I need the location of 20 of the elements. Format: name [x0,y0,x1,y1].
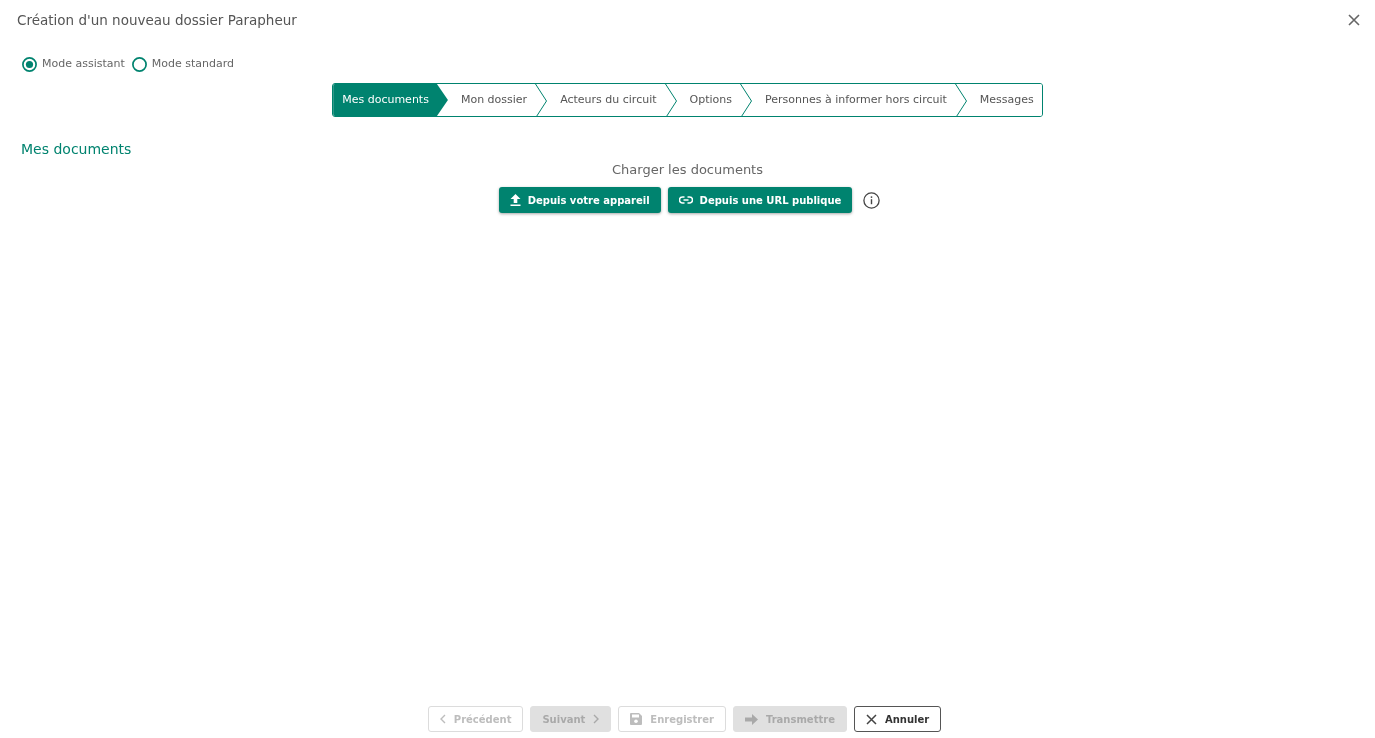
upload-prompt: Charger les documents [612,162,763,178]
cancel-button[interactable]: Annuler [853,706,942,732]
device-upload-button[interactable]: Depuis votre appareil [498,187,661,213]
info-icon[interactable] [863,191,881,209]
radio-label[interactable]: Mode assistant [42,55,125,73]
upload-icon [509,194,521,206]
url-upload-button[interactable]: Depuis une URL publique [667,187,853,213]
chevron-right-icon [593,714,600,724]
close-icon [865,713,877,725]
section-title: Mes documents [21,141,132,157]
arrow-right-icon [744,713,758,725]
dialog-title: Création d'un nouveau dossier Parapheur [17,10,297,30]
radio-checked-icon[interactable] [22,56,37,72]
close-button[interactable] [1347,13,1361,27]
close-icon [1348,14,1360,26]
radio-unchecked-icon[interactable] [131,56,147,72]
link-icon [678,196,693,204]
chevron-left-icon [439,714,446,724]
step-tab[interactable]: Mes documents [333,84,448,116]
radio-label[interactable]: Mode standard [151,55,235,73]
